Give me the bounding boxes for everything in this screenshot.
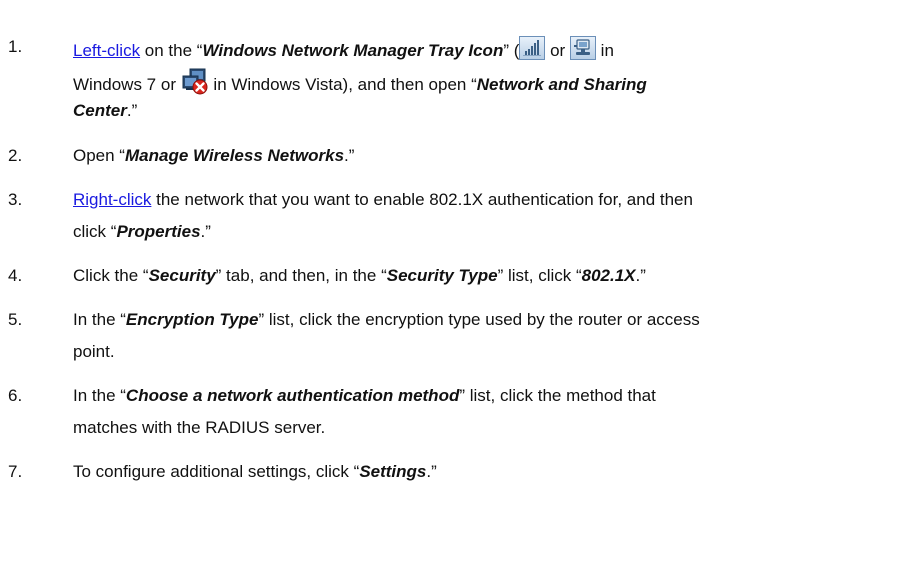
instruction-document: 1. Left-click on the “Windows Network Ma… [0, 0, 910, 574]
step-1-line-3: Center.” [73, 100, 137, 122]
wired-network-tray-icon [569, 36, 596, 60]
emphasis-text: Settings [359, 462, 427, 481]
emphasis-text: Security Type [386, 266, 498, 285]
step-number: 2. [8, 146, 23, 165]
text: To configure additional settings, click … [73, 462, 360, 481]
text: In the “ [73, 310, 126, 329]
text: Open “ [73, 146, 125, 165]
text: or [545, 41, 570, 60]
step-6-line-2: matches with the RADIUS server. [73, 417, 325, 439]
step-number: 5. [8, 310, 23, 329]
step-5-line-2: point. [73, 341, 115, 363]
text: ” list, click “ [497, 266, 582, 285]
step-4-line-1: Click the “Security” tab, and then, in t… [73, 265, 646, 287]
network-disconnected-tray-icon [181, 68, 209, 96]
step-1-line-1: Left-click on the “Windows Network Manag… [73, 36, 614, 62]
text: ” list, click the encryption type used b… [258, 310, 700, 329]
text: ” ( [503, 41, 520, 60]
text: ” list, click the method that [459, 386, 656, 405]
text: .” [344, 146, 355, 165]
text: .” [126, 101, 138, 120]
text: click “ [73, 222, 117, 241]
emphasis-text: Windows Network Manager Tray Icon [202, 41, 504, 60]
step-3-line-2: click “Properties.” [73, 221, 211, 243]
text: .” [426, 462, 437, 481]
text: point. [73, 342, 115, 361]
step-number: 1. [8, 37, 23, 56]
left-click-link[interactable]: Left-click [73, 41, 140, 60]
step-6-line-1: In the “Choose a network authentication … [73, 385, 656, 407]
step-number: 4. [8, 266, 23, 285]
step-1-line-2: Windows 7 or in Windows Vista), and then… [73, 68, 647, 96]
emphasis-text: Security [148, 266, 216, 285]
text: in [595, 41, 614, 60]
text: matches with the RADIUS server. [73, 418, 326, 437]
emphasis-text: Properties [116, 222, 201, 241]
emphasis-text: Encryption Type [125, 310, 259, 329]
text: on the “ [140, 41, 203, 60]
emphasis-text: Manage Wireless Networks [124, 146, 345, 165]
emphasis-text: Network and Sharing [476, 75, 647, 94]
step-number: 3. [8, 190, 23, 209]
text: ” tab, and then, in the “ [215, 266, 387, 285]
text: in Windows Vista), and then open “ [208, 75, 477, 94]
step-2-line-1: Open “Manage Wireless Networks.” [73, 145, 354, 167]
wifi-signal-tray-icon [519, 36, 546, 60]
text: .” [635, 266, 646, 285]
step-number: 6. [8, 386, 23, 405]
text: In the “ [73, 386, 126, 405]
text: Windows 7 or [73, 75, 181, 94]
emphasis-text: Center [73, 101, 127, 120]
step-number: 7. [8, 462, 23, 481]
step-5-line-1: In the “Encryption Type” list, click the… [73, 309, 700, 331]
text: .” [200, 222, 211, 241]
text: the network that you want to enable 802.… [151, 190, 693, 209]
text: Click the “ [73, 266, 149, 285]
emphasis-text: 802.1X [581, 266, 636, 285]
step-3-line-1: Right-click the network that you want to… [73, 189, 693, 211]
right-click-link[interactable]: Right-click [73, 190, 151, 209]
step-7-line-1: To configure additional settings, click … [73, 461, 437, 483]
emphasis-text: Choose a network authentication method [125, 386, 460, 405]
